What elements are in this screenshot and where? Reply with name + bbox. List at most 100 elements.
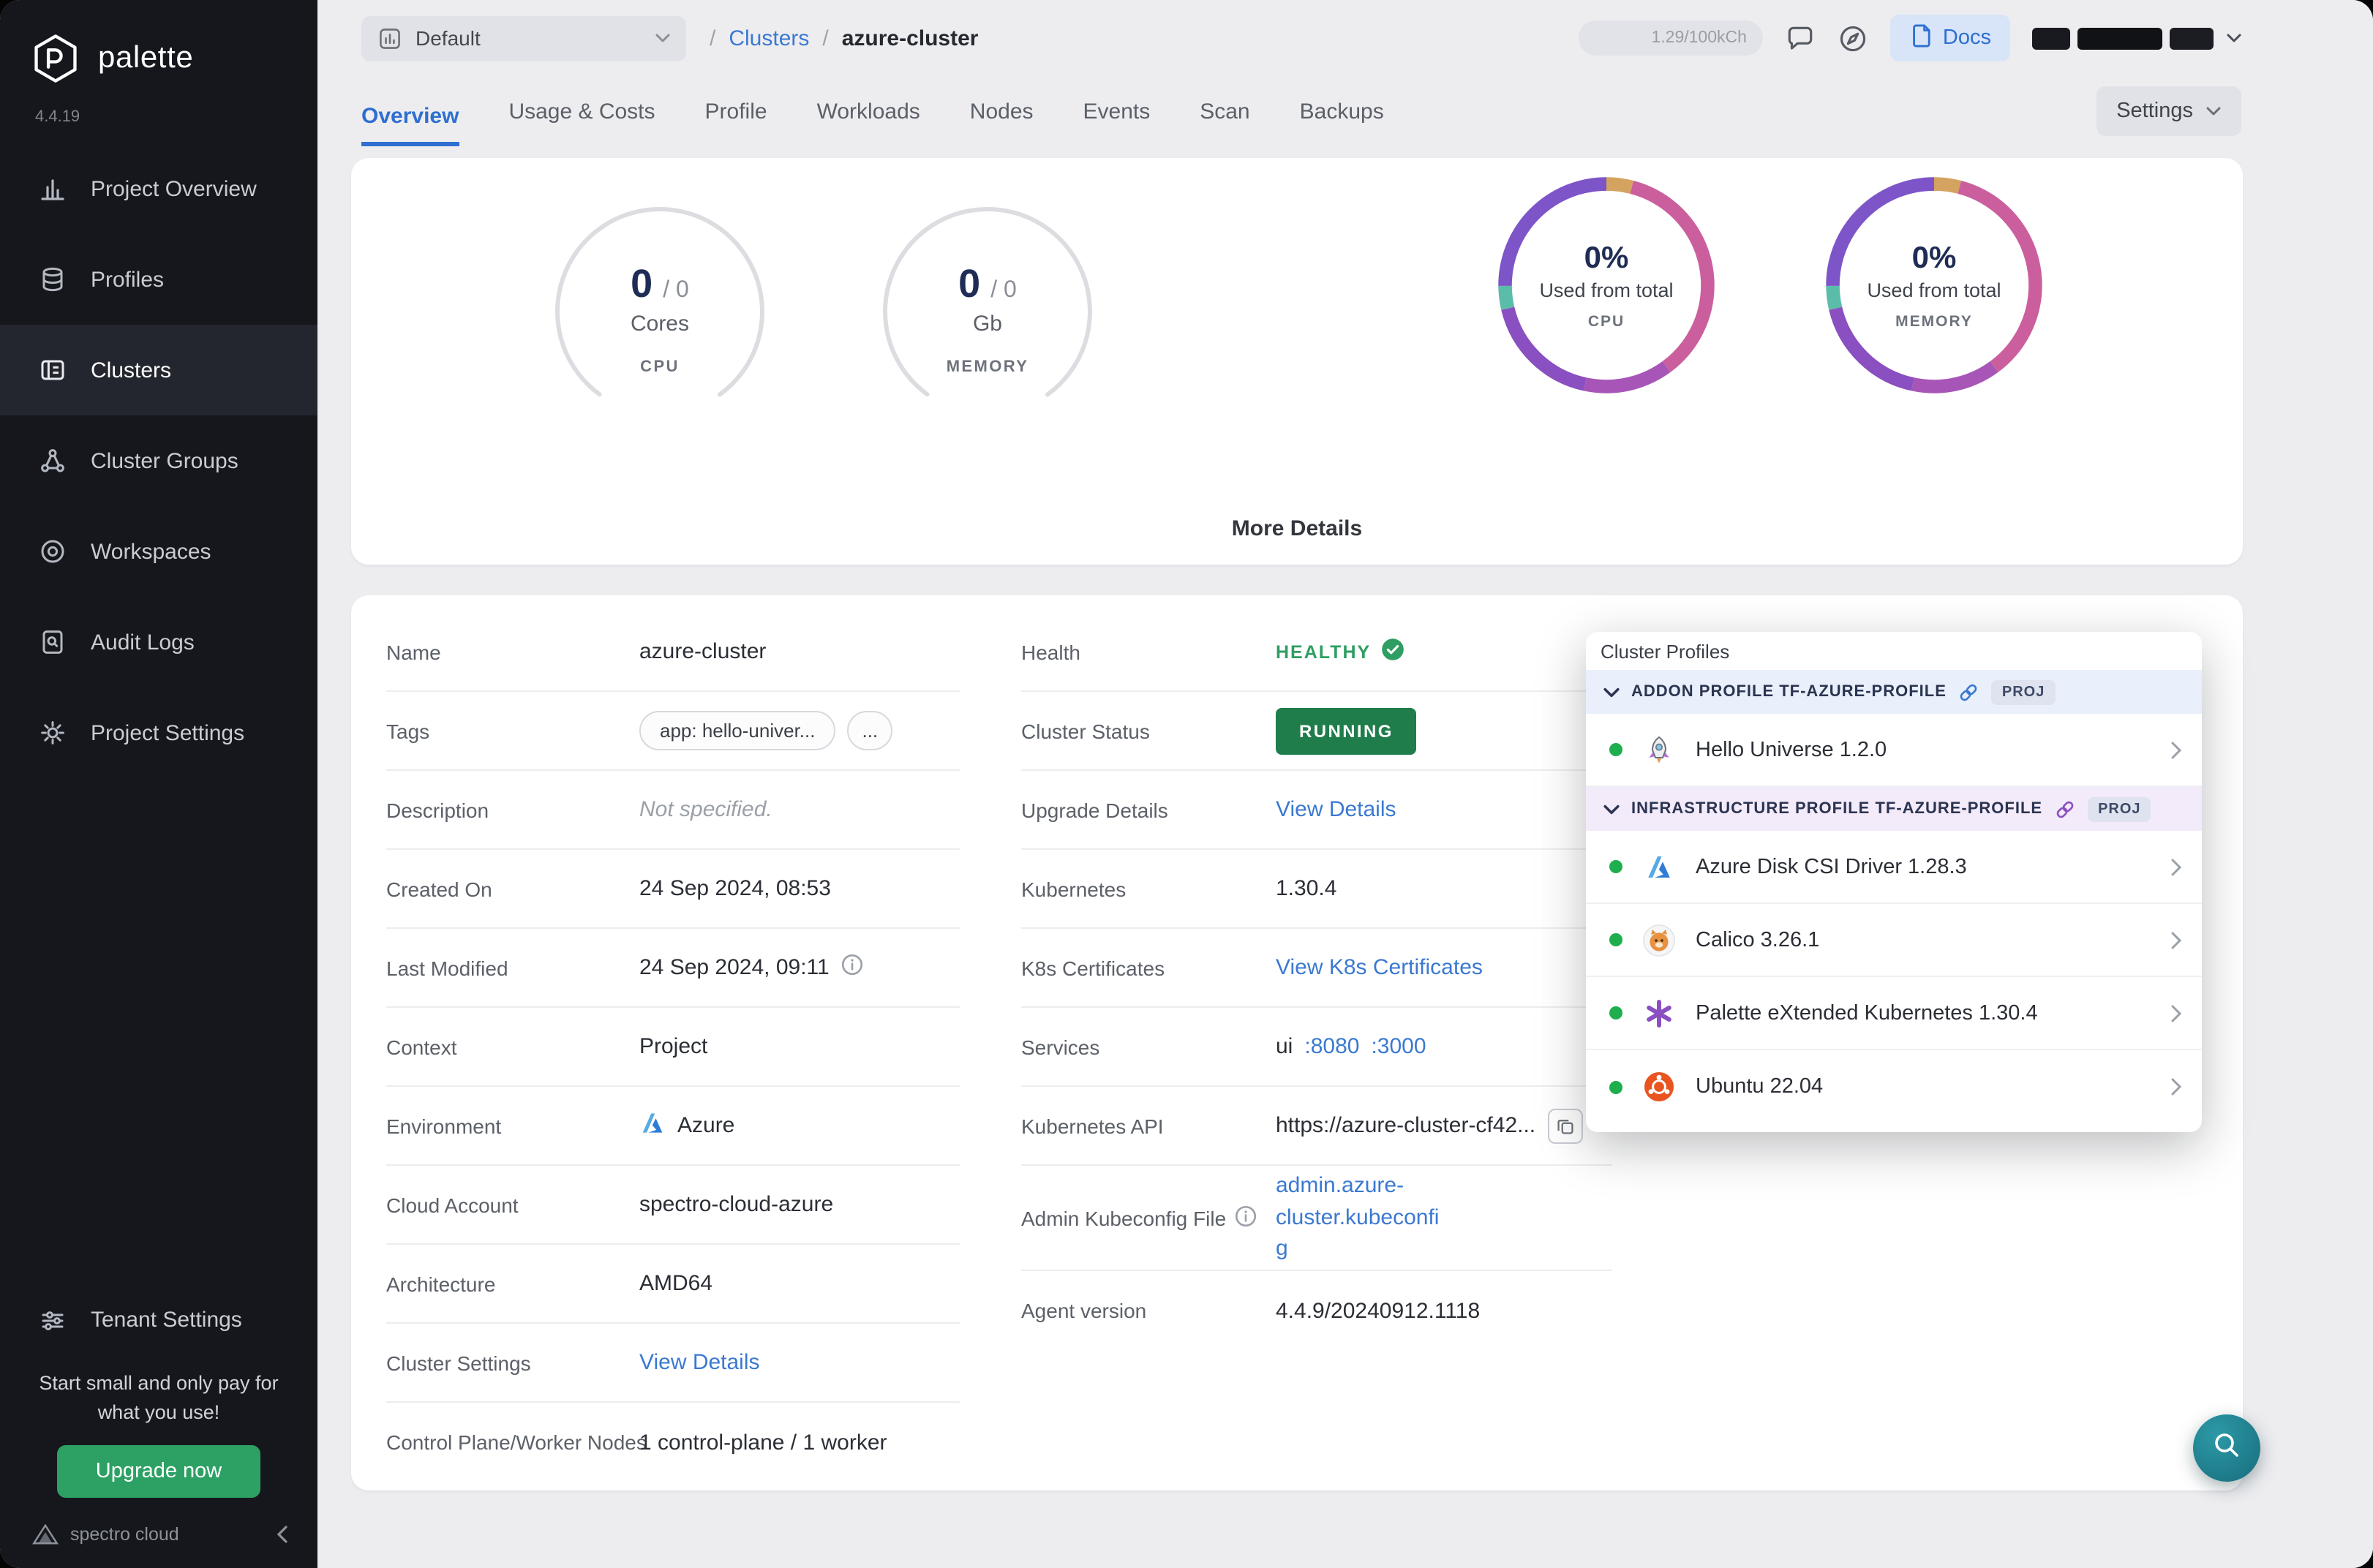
pack-name: Ubuntu 22.04	[1696, 1075, 1824, 1098]
sidebar-item-clusters[interactable]: Clusters	[0, 325, 317, 415]
help-search-fab[interactable]	[2193, 1414, 2260, 1482]
field-label: Last Modified	[386, 956, 508, 979]
audit-logs-icon	[38, 627, 67, 657]
memory-donut-label: MEMORY	[1895, 312, 1973, 330]
detail-row-upgrade-details: Upgrade Details View Details	[1021, 771, 1612, 850]
scope-badge: PROJ	[1991, 679, 2056, 704]
palette-logo[interactable]: palette	[0, 0, 317, 85]
profile-pack-row-calico[interactable]: Calico 3.26.1	[1586, 904, 2202, 977]
status-dot	[1609, 1006, 1622, 1019]
info-icon[interactable]	[1235, 1205, 1257, 1231]
breadcrumb-separator: /	[710, 26, 716, 50]
sidebar-item-audit-logs[interactable]: Audit Logs	[0, 597, 317, 687]
redacted-account-block	[2032, 27, 2070, 49]
tab-events[interactable]: Events	[1083, 99, 1151, 146]
tab-overview[interactable]: Overview	[361, 104, 459, 146]
more-details-button[interactable]: More Details	[1232, 516, 1362, 541]
service-port-8080-link[interactable]: :8080	[1304, 1034, 1359, 1059]
breadcrumb-separator: /	[822, 26, 829, 50]
layers-icon	[38, 265, 67, 294]
sidebar-item-label: Project Overview	[91, 176, 257, 201]
service-port-3000-link[interactable]: :3000	[1371, 1034, 1426, 1059]
addon-profile-section-header[interactable]: ADDON PROFILE TF-AZURE-PROFILE PROJ	[1586, 670, 2202, 714]
field-label: Control Plane/Worker Nodes	[386, 1431, 647, 1454]
palette-app: palette 4.4.19 Project Overview Profiles	[0, 0, 2373, 1568]
sidebar-item-cluster-groups[interactable]: Cluster Groups	[0, 415, 317, 506]
docs-button-label: Docs	[1942, 26, 1991, 50]
memory-used-value: 0	[958, 262, 981, 306]
scope-badge: PROJ	[2088, 796, 2151, 821]
tab-backups[interactable]: Backups	[1300, 99, 1384, 146]
sidebar-item-project-overview[interactable]: Project Overview	[0, 143, 317, 234]
tab-nodes[interactable]: Nodes	[970, 99, 1034, 146]
cluster-profiles-title: Cluster Profiles	[1601, 641, 1730, 663]
collapse-sidebar-button[interactable]	[277, 1526, 288, 1543]
metrics-card: 0 / 0 Cores CPU 0 / 0 Gb MEMORY 0% Used …	[351, 158, 2243, 565]
tab-profile[interactable]: Profile	[705, 99, 767, 146]
memory-gauge-label: MEMORY	[946, 358, 1029, 376]
field-label: Context	[386, 1035, 457, 1058]
profile-pack-row-azure-disk-csi[interactable]: Azure Disk CSI Driver 1.28.3	[1586, 831, 2202, 904]
project-selector-value: Default	[415, 26, 481, 50]
memory-gauge: 0 / 0 Gb MEMORY	[878, 202, 1097, 421]
field-label: Cluster Status	[1021, 719, 1150, 742]
field-value: 24 Sep 2024, 09:11	[639, 955, 830, 980]
info-icon[interactable]	[841, 954, 863, 981]
upgrade-now-button[interactable]: Upgrade now	[57, 1445, 260, 1498]
detail-row-k8s-certificates: K8s Certificates View K8s Certificates	[1021, 929, 1612, 1008]
account-menu[interactable]	[2032, 27, 2241, 49]
profile-pack-row-ubuntu[interactable]: Ubuntu 22.04	[1586, 1050, 2202, 1123]
field-label: Architecture	[386, 1272, 496, 1295]
magnifier-icon	[2212, 1430, 2241, 1466]
field-label: Tags	[386, 719, 430, 742]
copy-icon[interactable]	[1547, 1108, 1583, 1143]
sidebar-item-tenant-settings[interactable]: Tenant Settings	[0, 1286, 317, 1354]
cluster-settings-view-details-link[interactable]: View Details	[639, 1350, 760, 1375]
pack-name: Calico 3.26.1	[1696, 928, 1820, 951]
tag-pill: app: hello-univer...	[639, 711, 836, 750]
sidebar-item-project-settings[interactable]: Project Settings	[0, 687, 317, 778]
tenant-settings-label: Tenant Settings	[91, 1308, 242, 1333]
detail-row-services: Services ui :8080 :3000	[1021, 1008, 1612, 1087]
sidebar-item-workspaces[interactable]: Workspaces	[0, 506, 317, 597]
admin-kubeconfig-link[interactable]: admin.azure-cluster.kubeconfig	[1276, 1170, 1448, 1266]
ubuntu-icon	[1640, 1068, 1678, 1106]
tab-workloads[interactable]: Workloads	[817, 99, 920, 146]
profile-pack-row-palette-extended-k8s[interactable]: Palette eXtended Kubernetes 1.30.4	[1586, 977, 2202, 1050]
upgrade-view-details-link[interactable]: View Details	[1276, 797, 1396, 822]
sidebar-footer: spectro cloud	[0, 1524, 317, 1568]
detail-row-environment: Environment Azure	[386, 1087, 960, 1166]
profile-pack-row-hello-universe[interactable]: Hello Universe 1.2.0	[1586, 714, 2202, 787]
chevron-down-icon	[1603, 804, 1620, 814]
cpu-used-value: 0	[631, 262, 653, 306]
chat-icon[interactable]	[1785, 23, 1816, 53]
field-value: AMD64	[639, 1271, 713, 1296]
tools-icon	[38, 1305, 67, 1335]
infrastructure-profile-section-header[interactable]: INFRASTRUCTURE PROFILE TF-AZURE-PROFILE …	[1586, 787, 2202, 831]
project-selector[interactable]: Default	[361, 15, 686, 61]
memory-donut-caption: Used from total	[1867, 279, 2001, 301]
running-status-badge: RUNNING	[1276, 707, 1417, 754]
tab-scan[interactable]: Scan	[1200, 99, 1249, 146]
memory-unit: Gb	[972, 312, 1002, 336]
addon-profile-name: ADDON PROFILE TF-AZURE-PROFILE	[1631, 683, 1947, 701]
docs-button[interactable]: Docs	[1889, 15, 2010, 61]
usage-meter[interactable]: 1.29/100kCh	[1578, 20, 1763, 56]
azure-icon	[1640, 848, 1678, 886]
field-label: Services	[1021, 1035, 1100, 1058]
kubernetes-api-url: https://azure-cluster-cf42...	[1276, 1113, 1536, 1138]
detail-row-name: Name azure-cluster	[386, 613, 960, 692]
view-k8s-certificates-link[interactable]: View K8s Certificates	[1276, 955, 1483, 980]
redacted-account-block	[2170, 27, 2214, 49]
sidebar-item-profiles[interactable]: Profiles	[0, 234, 317, 325]
breadcrumb: / Clusters / azure-cluster	[710, 26, 978, 50]
chevron-down-icon	[2206, 107, 2221, 116]
tab-usage-costs[interactable]: Usage & Costs	[508, 99, 655, 146]
cpu-donut-caption: Used from total	[1539, 279, 1674, 301]
breadcrumb-current: azure-cluster	[841, 26, 979, 50]
more-tags-button[interactable]: ...	[847, 711, 893, 750]
breadcrumb-clusters-link[interactable]: Clusters	[729, 26, 809, 50]
settings-button[interactable]: Settings	[2096, 86, 2241, 136]
cpu-usage-donut: 0% Used from total CPU	[1492, 171, 1720, 399]
compass-icon[interactable]	[1838, 23, 1868, 53]
